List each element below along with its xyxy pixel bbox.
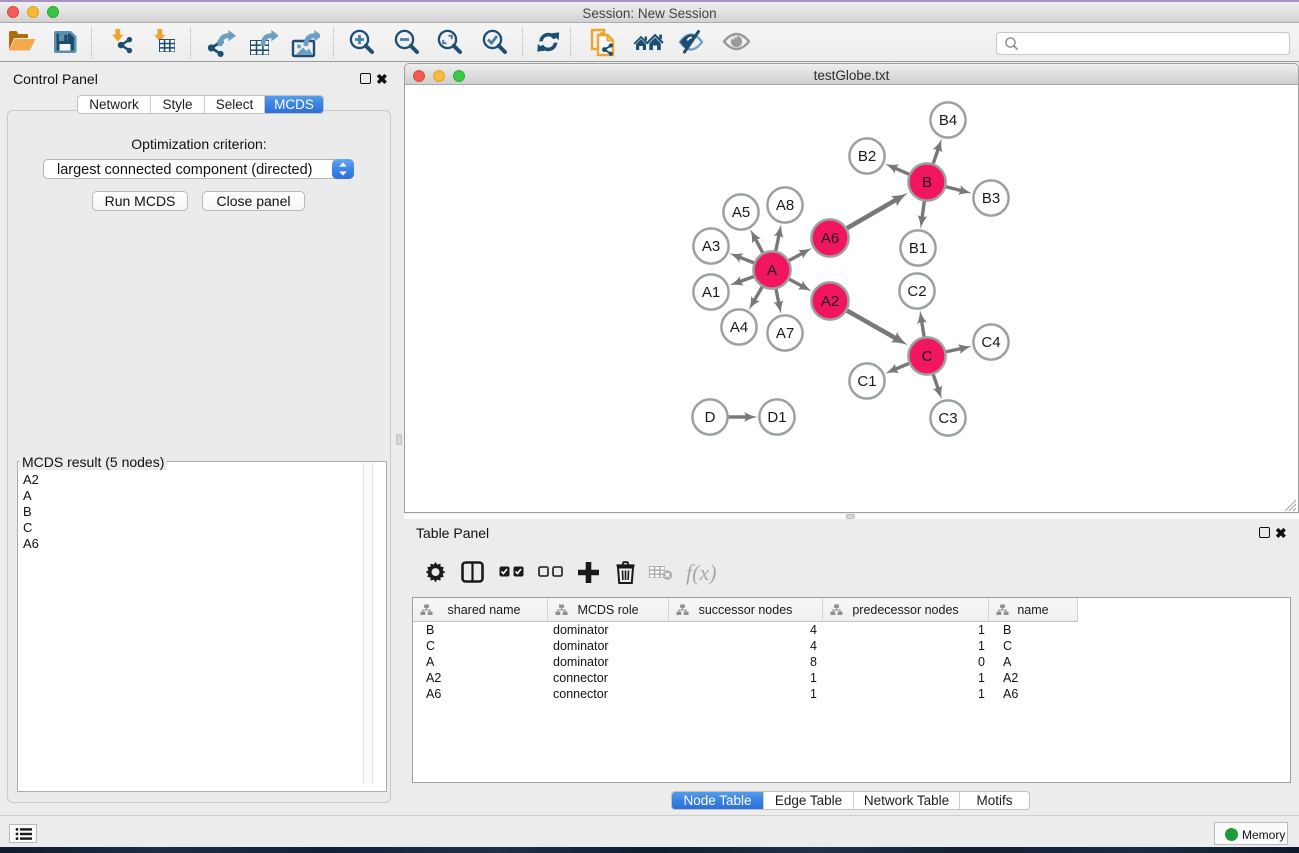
svg-text:A8: A8 [776, 197, 794, 214]
svg-text:A6: A6 [821, 230, 839, 247]
svg-text:A7: A7 [776, 325, 794, 342]
svg-text:C: C [922, 348, 933, 365]
svg-text:C4: C4 [981, 334, 1000, 351]
svg-text:A4: A4 [730, 319, 748, 336]
svg-text:B4: B4 [939, 112, 957, 129]
svg-text:B1: B1 [909, 240, 927, 257]
svg-text:B: B [922, 174, 932, 191]
svg-text:A2: A2 [821, 293, 839, 310]
svg-text:B2: B2 [858, 148, 876, 165]
svg-text:C3: C3 [938, 410, 957, 427]
svg-text:D: D [705, 409, 716, 426]
svg-text:A5: A5 [732, 204, 750, 221]
svg-text:A1: A1 [702, 284, 720, 301]
svg-text:A3: A3 [702, 238, 720, 255]
svg-text:C2: C2 [907, 283, 926, 300]
svg-text:D1: D1 [767, 409, 786, 426]
svg-text:C1: C1 [857, 373, 876, 390]
svg-text:B3: B3 [982, 190, 1000, 207]
svg-text:A: A [767, 262, 777, 279]
